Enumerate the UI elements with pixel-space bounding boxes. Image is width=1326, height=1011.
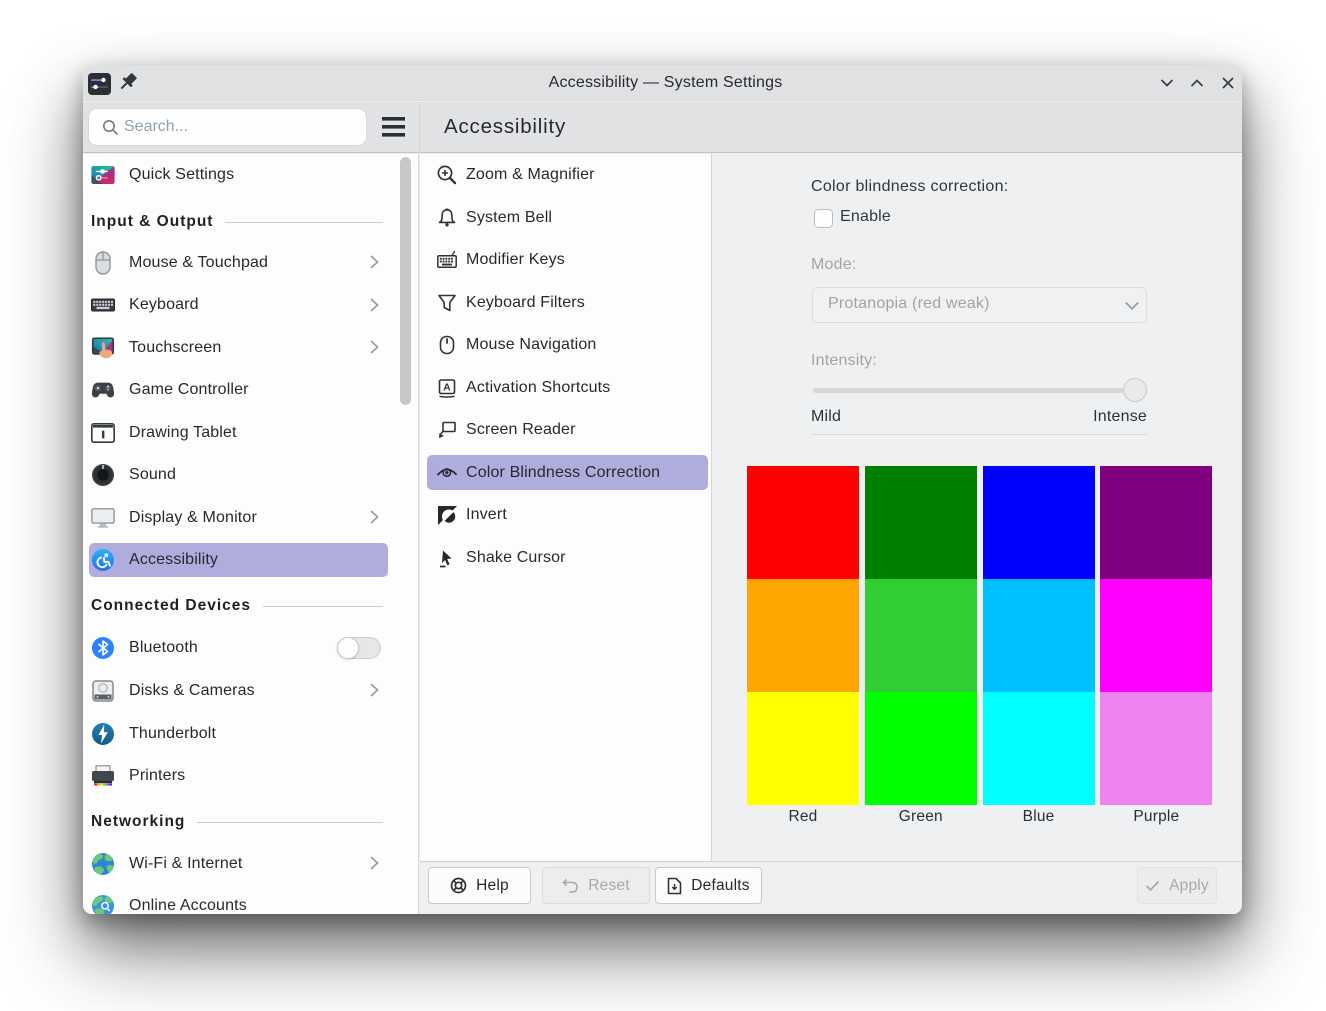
svg-text:A: A xyxy=(443,381,451,393)
